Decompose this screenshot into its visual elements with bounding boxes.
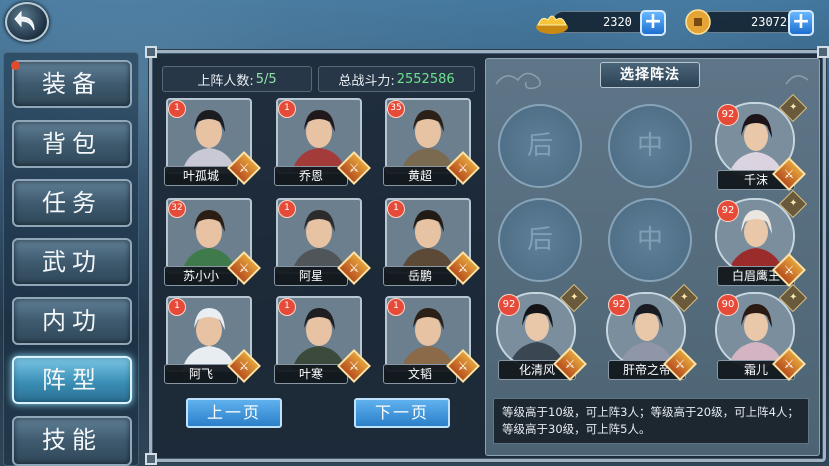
- notification-dot: [11, 61, 20, 70]
- hero-card[interactable]: 1 阿星 ⚔: [274, 198, 371, 288]
- placed-hero-card[interactable]: 92 ✦ 化清风 ⚔: [496, 283, 589, 382]
- prev-page-button[interactable]: 上一页: [186, 398, 282, 428]
- hero-level-badge: 32: [168, 200, 186, 218]
- placed-hero-card[interactable]: 92 ✦ 千沫 ⚔: [715, 93, 808, 192]
- menu-inner-button[interactable]: 内功: [12, 297, 132, 345]
- menu-quest-button[interactable]: 任务: [12, 179, 132, 227]
- hero-name: 岳鹏: [383, 266, 457, 286]
- hero-card[interactable]: 1 岳鹏 ⚔: [383, 198, 480, 288]
- placed-hero-card[interactable]: 90 ✦ 霜儿 ⚔: [715, 283, 808, 382]
- back-arrow-icon: [14, 10, 35, 31]
- hero-name: 乔恩: [274, 166, 348, 186]
- hero-level-badge: 1: [278, 100, 296, 118]
- hero-name: 阿飞: [164, 364, 238, 384]
- hero-name: 叶寒: [274, 364, 348, 384]
- total-power: 总战斗力: 2552586: [318, 66, 475, 92]
- menu-martial-button[interactable]: 武功: [12, 238, 132, 286]
- hero-level-badge: 92: [717, 200, 739, 222]
- formation-slot-middle-2[interactable]: 中: [608, 198, 692, 282]
- gold-ingot-icon: [536, 15, 568, 34]
- deployed-count-value: 5/5: [255, 71, 277, 87]
- hero-name: 叶孤城: [164, 166, 238, 186]
- hero-name: 苏小小: [164, 266, 238, 286]
- frame-corner: [145, 46, 157, 58]
- hero-card[interactable]: 1 叶孤城 ⚔: [164, 98, 261, 188]
- next-page-button[interactable]: 下一页: [354, 398, 450, 428]
- frame-corner: [817, 46, 829, 58]
- hero-level-badge: 1: [278, 200, 296, 218]
- formation-tip: 等级高于10级，可上阵3人；等级高于20级，可上阵4人；等级高于30级，可上阵5…: [493, 398, 809, 444]
- back-button[interactable]: [5, 2, 49, 42]
- hero-level-badge: 1: [278, 298, 296, 316]
- menu-skill-button[interactable]: 技能: [12, 416, 132, 466]
- deployed-count: 上阵人数: 5/5: [162, 66, 312, 92]
- menu-equipment-button[interactable]: 装备: [12, 60, 132, 108]
- hero-level-badge: 1: [168, 298, 186, 316]
- frame-corner: [145, 453, 157, 465]
- add-gold-button[interactable]: +: [640, 10, 666, 36]
- formation-slot-middle-1[interactable]: 中: [608, 104, 692, 188]
- hero-level-badge: 1: [387, 298, 405, 316]
- hero-level-badge: 35: [387, 100, 405, 118]
- total-power-label: 总战斗力:: [338, 73, 395, 89]
- placed-hero-card[interactable]: 92 ✦ 白眉鹰王 ⚔: [715, 189, 808, 288]
- hero-card[interactable]: 1 文韬 ⚔: [383, 296, 480, 386]
- hero-card[interactable]: 1 阿飞 ⚔: [164, 296, 261, 386]
- hero-name: 文韬: [383, 364, 457, 384]
- hero-level-badge: 92: [498, 294, 520, 316]
- hero-level-badge: 1: [168, 100, 186, 118]
- hero-level-badge: 92: [717, 104, 739, 126]
- gold-counter: 2320 +: [534, 8, 670, 36]
- copper-coin-icon: [685, 9, 711, 35]
- add-coins-button[interactable]: +: [788, 10, 814, 36]
- hero-name: 阿星: [274, 266, 348, 286]
- hero-card[interactable]: 35 黄超 ⚔: [383, 98, 480, 188]
- hero-level-badge: 90: [717, 294, 739, 316]
- hero-level-badge: 92: [608, 294, 630, 316]
- menu-bag-button[interactable]: 背包: [12, 120, 132, 168]
- coin-counter: 2307260 +: [682, 8, 818, 36]
- formation-slot-back-1[interactable]: 后: [498, 104, 582, 188]
- total-power-value: 2552586: [396, 71, 455, 87]
- hero-name: 黄超: [383, 166, 457, 186]
- formation-title[interactable]: 选择阵法: [600, 62, 700, 88]
- hero-card[interactable]: 1 乔恩 ⚔: [274, 98, 371, 188]
- deployed-count-label: 上阵人数:: [197, 73, 254, 89]
- menu-formation-button[interactable]: 阵型: [12, 356, 132, 404]
- hero-card[interactable]: 1 叶寒 ⚔: [274, 296, 371, 386]
- formation-slot-back-2[interactable]: 后: [498, 198, 582, 282]
- hero-level-badge: 1: [387, 200, 405, 218]
- placed-hero-card[interactable]: 92 ✦ 肝帝之帝 ⚔: [606, 283, 699, 382]
- hero-card[interactable]: 32 苏小小 ⚔: [164, 198, 261, 288]
